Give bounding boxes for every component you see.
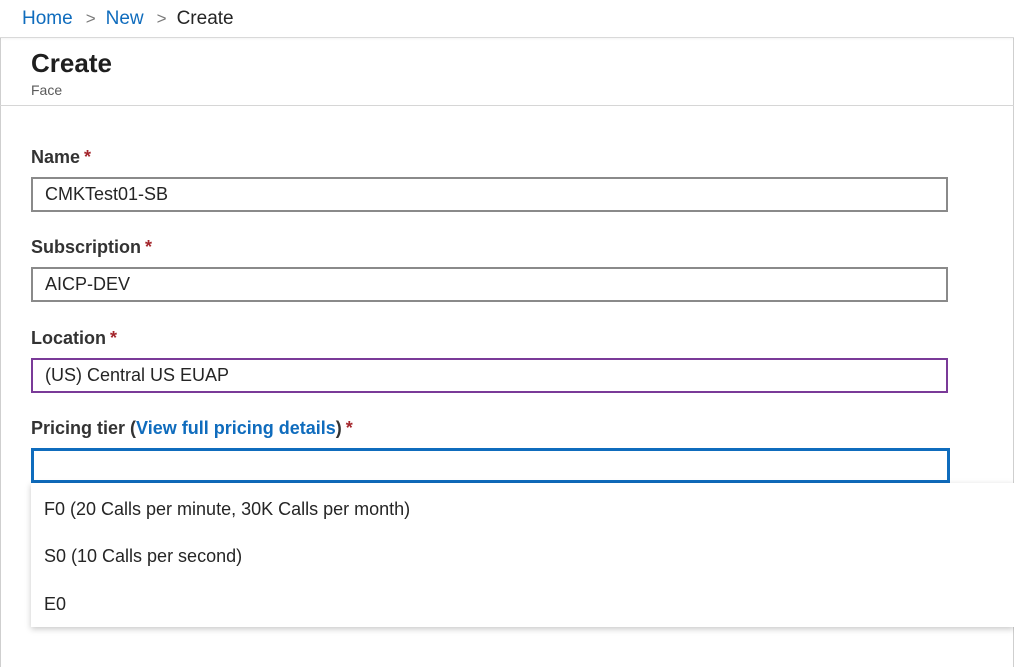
breadcrumb-home-link[interactable]: Home [22,8,73,30]
required-marker: * [345,418,353,438]
required-marker: * [84,147,92,167]
pricing-link-close-paren: ) [335,418,342,438]
pricing-tier-label-text: Pricing tier [31,418,126,438]
required-marker: * [110,328,118,348]
pricing-tier-option-f0[interactable]: F0 (20 Calls per minute, 30K Calls per m… [31,485,1014,533]
location-select[interactable]: (US) Central US EUAP [31,358,948,393]
name-label: Name * [31,147,91,168]
pricing-tier-select[interactable] [31,448,950,483]
page-title: Create [31,48,112,78]
page-header: Create Face [0,38,1014,106]
location-label: Location * [31,328,117,349]
chevron-right-icon: > [85,8,96,28]
subscription-label: Subscription * [31,237,152,258]
subscription-label-text: Subscription [31,237,142,257]
page-subtitle: Face [31,82,63,98]
subscription-select[interactable]: AICP-DEV [31,267,948,302]
breadcrumb-current: Create [176,7,234,29]
chevron-right-icon: > [156,8,167,28]
name-label-text: Name [31,147,81,167]
name-input[interactable]: CMKTest01-SB [31,177,948,212]
pricing-tier-option-e0[interactable]: E0 [31,580,1014,628]
pricing-tier-label: Pricing tier (View full pricing details)… [31,418,353,439]
breadcrumb-new-link[interactable]: New [106,8,144,30]
required-marker: * [145,237,153,257]
pricing-tier-dropdown-list: F0 (20 Calls per minute, 30K Calls per m… [31,483,1014,627]
view-pricing-details-link[interactable]: View full pricing details [136,418,336,438]
breadcrumb: Home > New > Create [0,0,1014,38]
pricing-tier-option-s0[interactable]: S0 (10 Calls per second) [31,532,1014,580]
location-label-text: Location [31,328,106,348]
